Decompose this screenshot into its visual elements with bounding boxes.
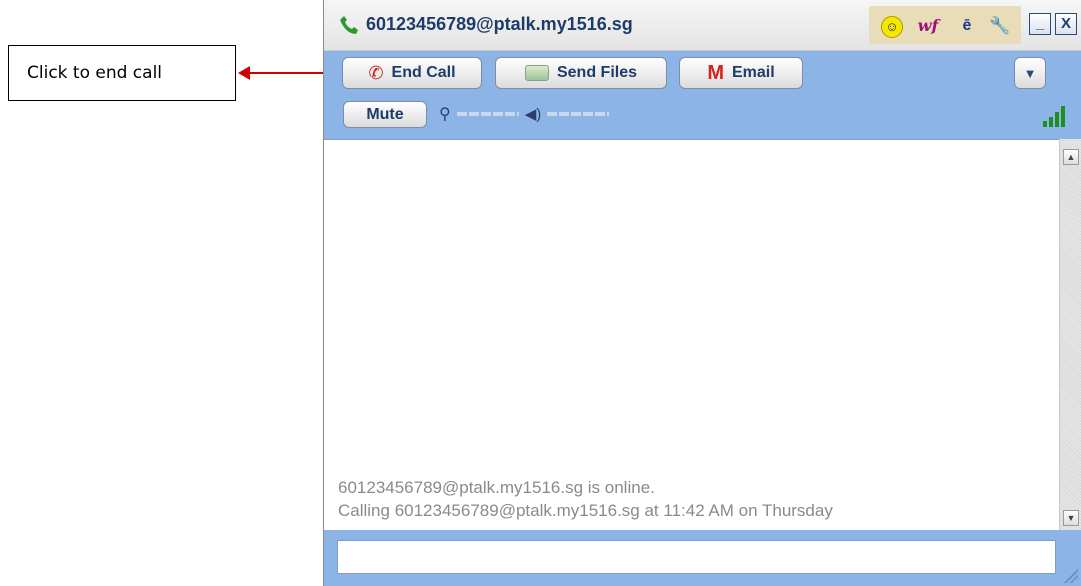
mic-level-bar bbox=[456, 112, 519, 116]
send-files-button[interactable]: Send Files bbox=[495, 57, 667, 89]
send-files-label: Send Files bbox=[556, 64, 638, 81]
chat-history: 60123456789@ptalk.my1516.sg is online. C… bbox=[324, 139, 1059, 530]
microphone-icon: ⚲ bbox=[439, 106, 451, 123]
call-toolbar: ✆ End Call Send Files M Email ▼ Mute ⚲ ◀… bbox=[324, 51, 1081, 139]
title-bar: 60123456789@ptalk.my1516.sg ☺ wf ē 🔧 _ X bbox=[324, 0, 1081, 51]
audio-levels: ⚲ ◀) bbox=[439, 104, 610, 124]
gmail-icon: M bbox=[707, 61, 724, 84]
document-icon[interactable]: ē bbox=[956, 15, 978, 37]
scroll-up-button[interactable]: ▲ bbox=[1063, 149, 1079, 165]
mute-label: Mute bbox=[366, 105, 404, 123]
wf-icon[interactable]: wf bbox=[913, 15, 943, 37]
email-label: Email bbox=[731, 64, 775, 81]
end-call-label: End Call bbox=[391, 64, 456, 81]
chat-line: 60123456789@ptalk.my1516.sg is online. bbox=[338, 478, 655, 497]
mute-button[interactable]: Mute bbox=[343, 101, 427, 128]
callout-text: Click to end call bbox=[27, 63, 163, 83]
wrench-icon[interactable]: 🔧 bbox=[989, 15, 1011, 37]
message-input[interactable] bbox=[337, 540, 1056, 574]
callout-box: Click to end call bbox=[8, 45, 236, 101]
email-button[interactable]: M Email bbox=[679, 57, 803, 89]
speaker-level-bar bbox=[547, 112, 610, 116]
files-icon bbox=[524, 65, 549, 81]
chat-scrollbar[interactable]: ▲ ▼ bbox=[1059, 139, 1081, 530]
callout-arrow-line bbox=[248, 72, 330, 74]
chat-line: Calling 60123456789@ptalk.my1516.sg at 1… bbox=[338, 501, 833, 520]
signal-strength-icon bbox=[1043, 105, 1069, 127]
resize-grip-icon[interactable] bbox=[1064, 569, 1078, 583]
minimize-button[interactable]: _ bbox=[1029, 13, 1051, 35]
phone-icon bbox=[340, 16, 358, 34]
more-options-dropdown[interactable]: ▼ bbox=[1014, 57, 1046, 89]
scroll-down-button[interactable]: ▼ bbox=[1063, 510, 1079, 526]
callout-arrow-head bbox=[238, 66, 250, 80]
chat-messages: 60123456789@ptalk.my1516.sg is online. C… bbox=[338, 476, 833, 522]
speaker-icon: ◀) bbox=[524, 106, 542, 123]
end-call-button[interactable]: ✆ End Call bbox=[342, 57, 482, 89]
smiley-icon[interactable]: ☺ bbox=[881, 16, 903, 38]
message-input-row bbox=[324, 530, 1081, 586]
close-button[interactable]: X bbox=[1055, 13, 1077, 35]
phone-icon: ✆ bbox=[368, 62, 384, 83]
title-tools-panel: ☺ wf ē 🔧 bbox=[869, 6, 1021, 44]
window-title: 60123456789@ptalk.my1516.sg bbox=[366, 14, 633, 34]
chat-window: 60123456789@ptalk.my1516.sg ☺ wf ē 🔧 _ X… bbox=[323, 0, 1081, 586]
